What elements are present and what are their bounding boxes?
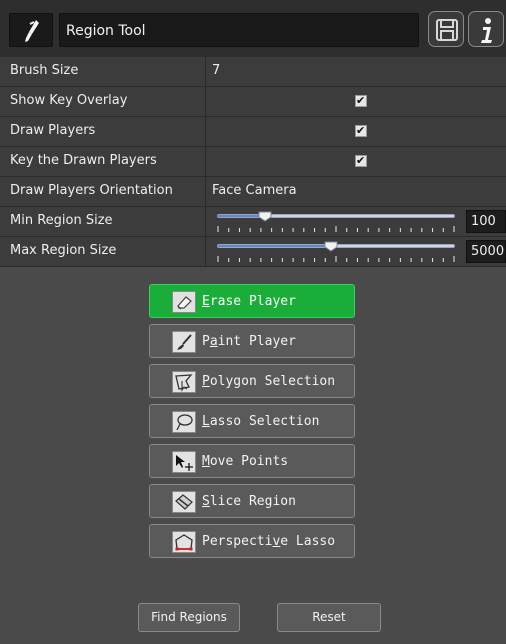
find-regions-button[interactable]: Find Regions	[138, 603, 240, 632]
draw-players-checkbox[interactable]: ✔	[355, 124, 367, 137]
brush-size-label: Brush Size	[0, 57, 206, 86]
paint-player-button[interactable]: Paint Player	[149, 324, 355, 358]
max-region-slider-ticks	[217, 256, 455, 262]
reset-button[interactable]: Reset	[277, 603, 381, 632]
polygon-selection-label: Polygon Selection	[202, 374, 336, 389]
min-region-label: Min Region Size	[0, 207, 206, 236]
checkmark-icon: ✔	[356, 154, 366, 167]
perspective-lasso-button[interactable]: Perspective Lasso	[149, 524, 355, 558]
eraser-icon	[172, 291, 196, 313]
min-region-slider[interactable]	[217, 214, 455, 218]
key-drawn-players-row: Key the Drawn Players ✔	[0, 147, 506, 177]
tool-title-field: Region Tool	[59, 13, 419, 47]
move-points-button[interactable]: Move Points	[149, 444, 355, 478]
max-region-slider-thumb[interactable]	[324, 241, 338, 252]
min-region-row: Min Region Size 100	[0, 207, 506, 237]
checkmark-icon: ✔	[356, 94, 366, 107]
min-region-slider-ticks	[217, 226, 455, 232]
orientation-select[interactable]: Face Camera	[207, 177, 506, 206]
erase-player-label: Erase Player	[202, 294, 296, 309]
erase-player-button[interactable]: Erase Player	[149, 284, 355, 318]
orientation-label: Draw Players Orientation	[0, 177, 206, 206]
save-button[interactable]	[428, 11, 464, 47]
show-key-overlay-checkbox[interactable]: ✔	[355, 94, 367, 107]
draw-players-label: Draw Players	[0, 117, 206, 146]
orientation-row: Draw Players Orientation Face Camera	[0, 177, 506, 207]
max-region-label: Max Region Size	[0, 237, 206, 266]
max-region-slider-fill	[218, 245, 332, 247]
action-panel: Erase Player Paint Player Polygon Select…	[0, 268, 506, 644]
min-region-value[interactable]: 100	[466, 210, 506, 233]
lasso-icon	[172, 411, 196, 433]
info-button[interactable]	[468, 11, 504, 47]
lasso-selection-button[interactable]: Lasso Selection	[149, 404, 355, 438]
key-drawn-players-checkbox[interactable]: ✔	[355, 154, 367, 167]
slice-icon	[172, 491, 196, 513]
polygon-select-icon	[172, 371, 196, 393]
min-region-slider-thumb[interactable]	[258, 211, 272, 222]
max-region-value[interactable]: 5000	[466, 240, 506, 263]
max-region-row: Max Region Size 5000	[0, 237, 506, 267]
move-points-label: Move Points	[202, 454, 289, 469]
orientation-value[interactable]: Face Camera	[212, 183, 297, 198]
move-points-icon	[172, 451, 196, 473]
properties-table: Brush Size 7 Show Key Overlay ✔ Draw Pla…	[0, 57, 506, 267]
slice-region-button[interactable]: Slice Region	[149, 484, 355, 518]
draw-players-row: Draw Players ✔	[0, 117, 506, 147]
tool-title: Region Tool	[66, 23, 146, 39]
key-drawn-players-label: Key the Drawn Players	[0, 147, 206, 176]
save-icon	[436, 19, 458, 41]
show-key-overlay-label: Show Key Overlay	[0, 87, 206, 116]
slice-region-label: Slice Region	[202, 494, 296, 509]
perspective-lasso-icon	[172, 531, 196, 553]
brush-size-value[interactable]: 7	[212, 63, 220, 78]
tool-header: Region Tool	[0, 0, 506, 58]
paint-player-label: Paint Player	[202, 334, 296, 349]
brush-pen-icon[interactable]	[9, 13, 53, 47]
brush-size-field[interactable]: 7	[207, 57, 506, 86]
brush-size-row: Brush Size 7	[0, 57, 506, 87]
perspective-lasso-label: Perspective Lasso	[202, 534, 336, 549]
show-key-overlay-row: Show Key Overlay ✔	[0, 87, 506, 117]
checkmark-icon: ✔	[356, 124, 366, 137]
info-icon	[481, 18, 492, 43]
paintbrush-icon	[172, 331, 196, 353]
lasso-selection-label: Lasso Selection	[202, 414, 320, 429]
polygon-selection-button[interactable]: Polygon Selection	[149, 364, 355, 398]
